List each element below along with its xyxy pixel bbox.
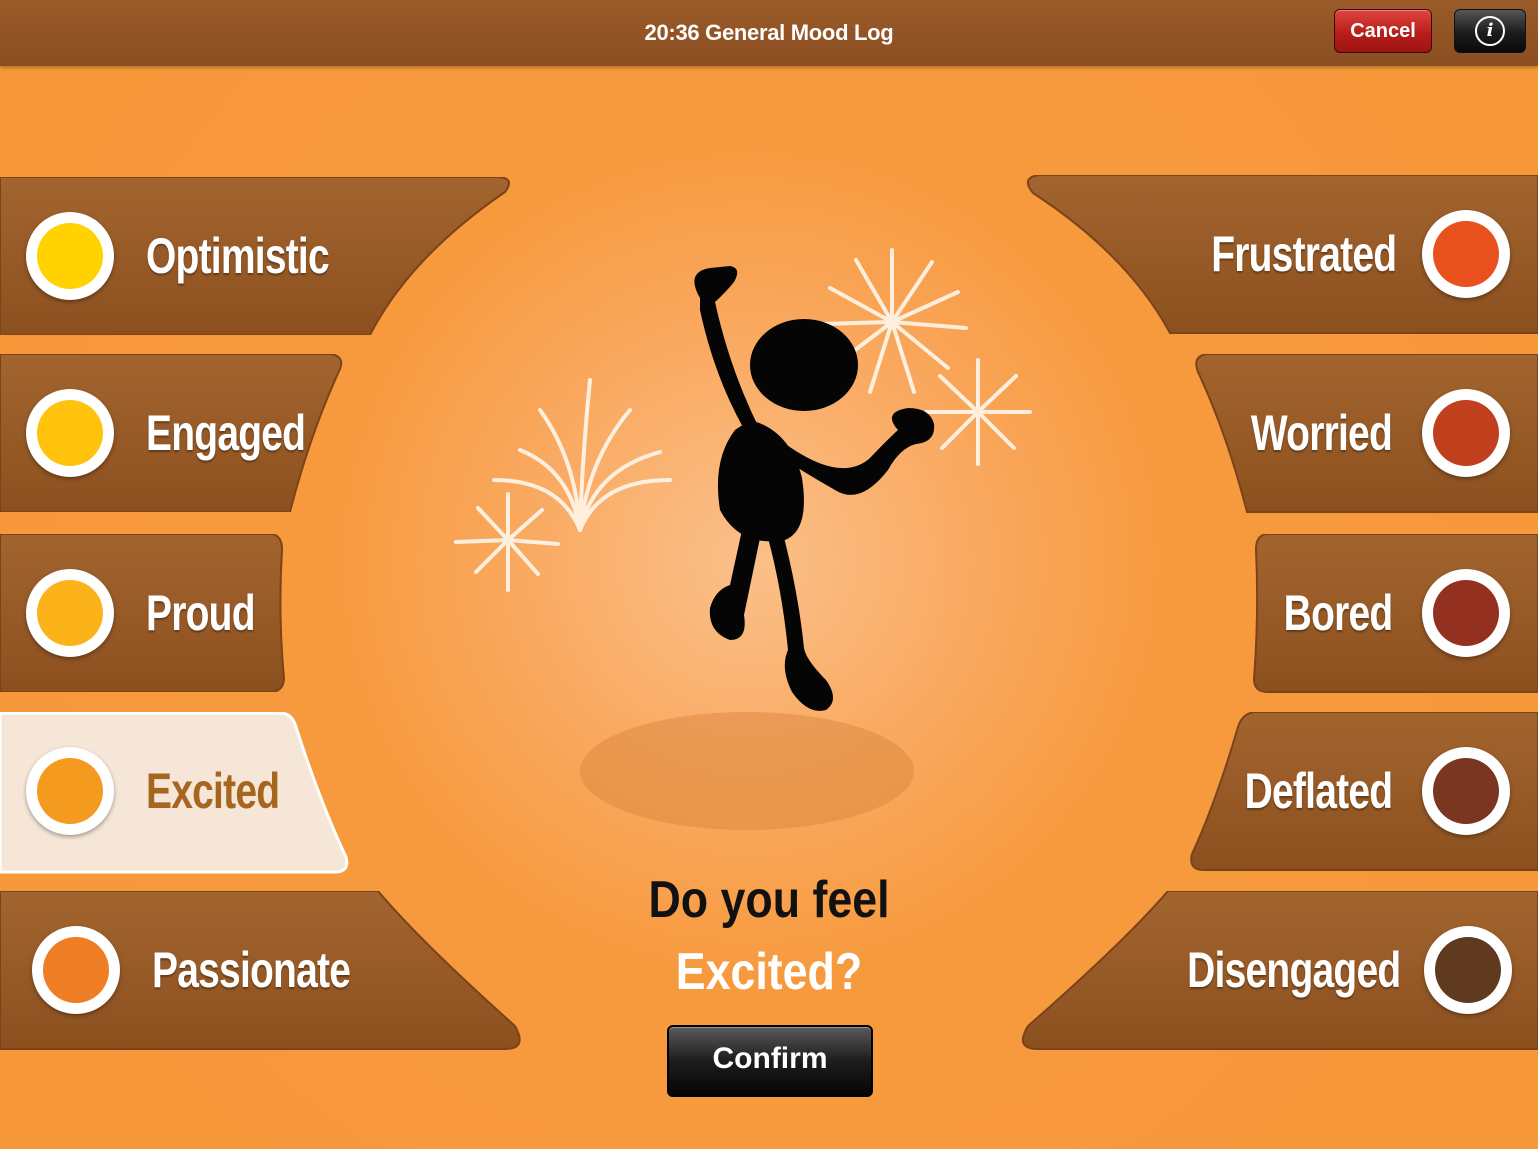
- mood-proud[interactable]: Proud: [0, 534, 290, 692]
- info-button[interactable]: i: [1454, 9, 1526, 53]
- selected-mood-question: Excited?: [675, 943, 863, 1001]
- mood-color-swatch: [1422, 569, 1510, 657]
- confirm-button[interactable]: Confirm: [667, 1025, 873, 1097]
- mood-label: Engaged: [146, 405, 306, 461]
- mood-label: Optimistic: [146, 228, 330, 284]
- mood-bored[interactable]: Bored: [1252, 534, 1538, 693]
- mood-color-swatch: [26, 569, 114, 657]
- mood-deflated[interactable]: Deflated: [1186, 712, 1538, 871]
- page-title: 20:36 General Mood Log: [644, 20, 894, 45]
- info-icon: i: [1475, 16, 1505, 46]
- excited-figure-illustration: [454, 248, 1032, 711]
- mood-label: Worried: [1250, 405, 1393, 461]
- mood-label: Frustrated: [1210, 226, 1397, 282]
- mood-color-swatch: [26, 389, 114, 477]
- mood-worried[interactable]: Worried: [1192, 354, 1538, 513]
- mood-color-swatch: [26, 212, 114, 300]
- mood-color-swatch: [1422, 210, 1510, 298]
- question-line: Do you feel: [648, 871, 890, 929]
- mood-frustrated[interactable]: Frustrated: [1018, 175, 1538, 334]
- mood-color-swatch: [1422, 389, 1510, 477]
- mood-label: Bored: [1283, 585, 1393, 641]
- mood-engaged[interactable]: Engaged: [0, 354, 350, 512]
- mood-label: Proud: [146, 585, 256, 641]
- mood-color-swatch: [1424, 926, 1512, 1014]
- mood-label: Deflated: [1244, 763, 1392, 819]
- mood-label: Excited: [146, 763, 280, 819]
- cancel-button[interactable]: Cancel: [1334, 9, 1432, 53]
- mood-excited[interactable]: Excited: [0, 712, 360, 874]
- stick-figure-icon: [694, 266, 935, 711]
- mood-color-swatch: [26, 747, 114, 835]
- mood-color-swatch: [1422, 747, 1510, 835]
